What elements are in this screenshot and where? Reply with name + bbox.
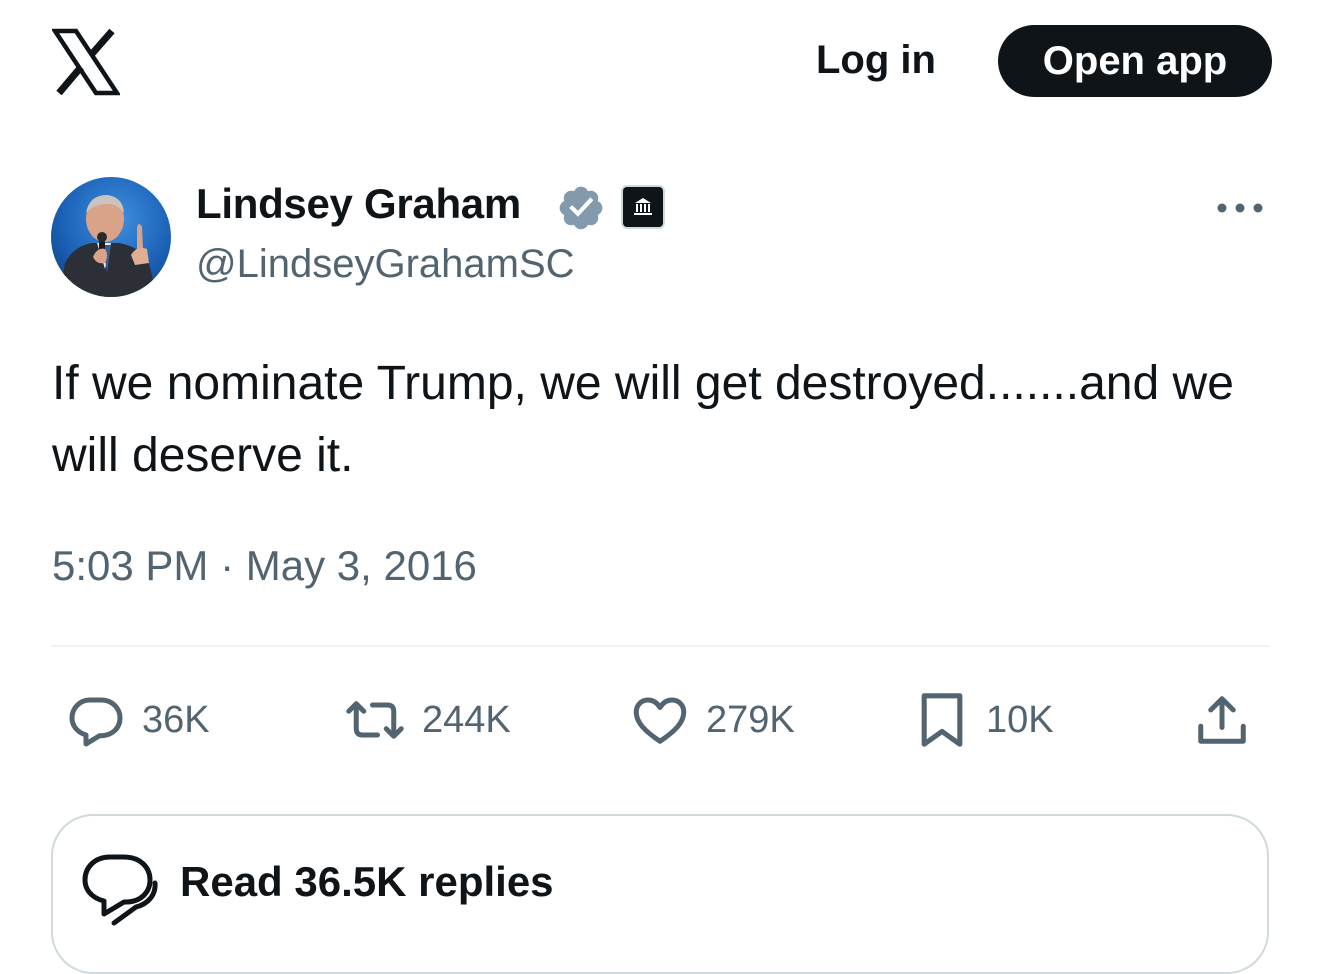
- timestamp-separator: ·: [220, 542, 235, 589]
- repost-icon: [346, 701, 404, 739]
- repost-count: 244K: [422, 698, 511, 741]
- login-link[interactable]: Log in: [816, 38, 936, 83]
- author-handle[interactable]: @LindseyGrahamSC: [196, 242, 575, 287]
- more-dots-icon[interactable]: [1210, 190, 1270, 226]
- reply-count: 36K: [142, 698, 210, 741]
- tweet-date[interactable]: May 3, 2016: [246, 542, 477, 589]
- bookmark-button[interactable]: 10K: [914, 688, 1054, 752]
- tweet-time[interactable]: 5:03 PM: [52, 542, 208, 589]
- x-logo-icon[interactable]: [50, 28, 122, 96]
- reply-icon: [69, 697, 123, 747]
- bookmark-count: 10K: [986, 698, 1054, 741]
- verified-badge-icon: [556, 183, 606, 233]
- bookmark-icon: [921, 693, 963, 747]
- avatar[interactable]: [51, 177, 171, 297]
- share-icon: [1198, 696, 1246, 744]
- divider: [51, 645, 1270, 647]
- government-building-icon: [621, 185, 665, 229]
- like-count: 279K: [706, 698, 795, 741]
- share-button[interactable]: [1192, 688, 1252, 752]
- repost-button[interactable]: 244K: [344, 688, 511, 752]
- tweet-timestamp: 5:03 PM · May 3, 2016: [52, 542, 477, 590]
- open-app-button[interactable]: Open app: [998, 25, 1272, 97]
- like-button[interactable]: 279K: [630, 688, 795, 752]
- conversation-bubbles-icon: [80, 851, 160, 927]
- reply-button[interactable]: 36K: [66, 688, 210, 752]
- read-replies-label: Read 36.5K replies: [180, 858, 554, 905]
- heart-icon: [633, 697, 687, 744]
- tweet-text: If we nominate Trump, we will get destro…: [52, 357, 1234, 482]
- author-name[interactable]: Lindsey Graham: [196, 180, 521, 228]
